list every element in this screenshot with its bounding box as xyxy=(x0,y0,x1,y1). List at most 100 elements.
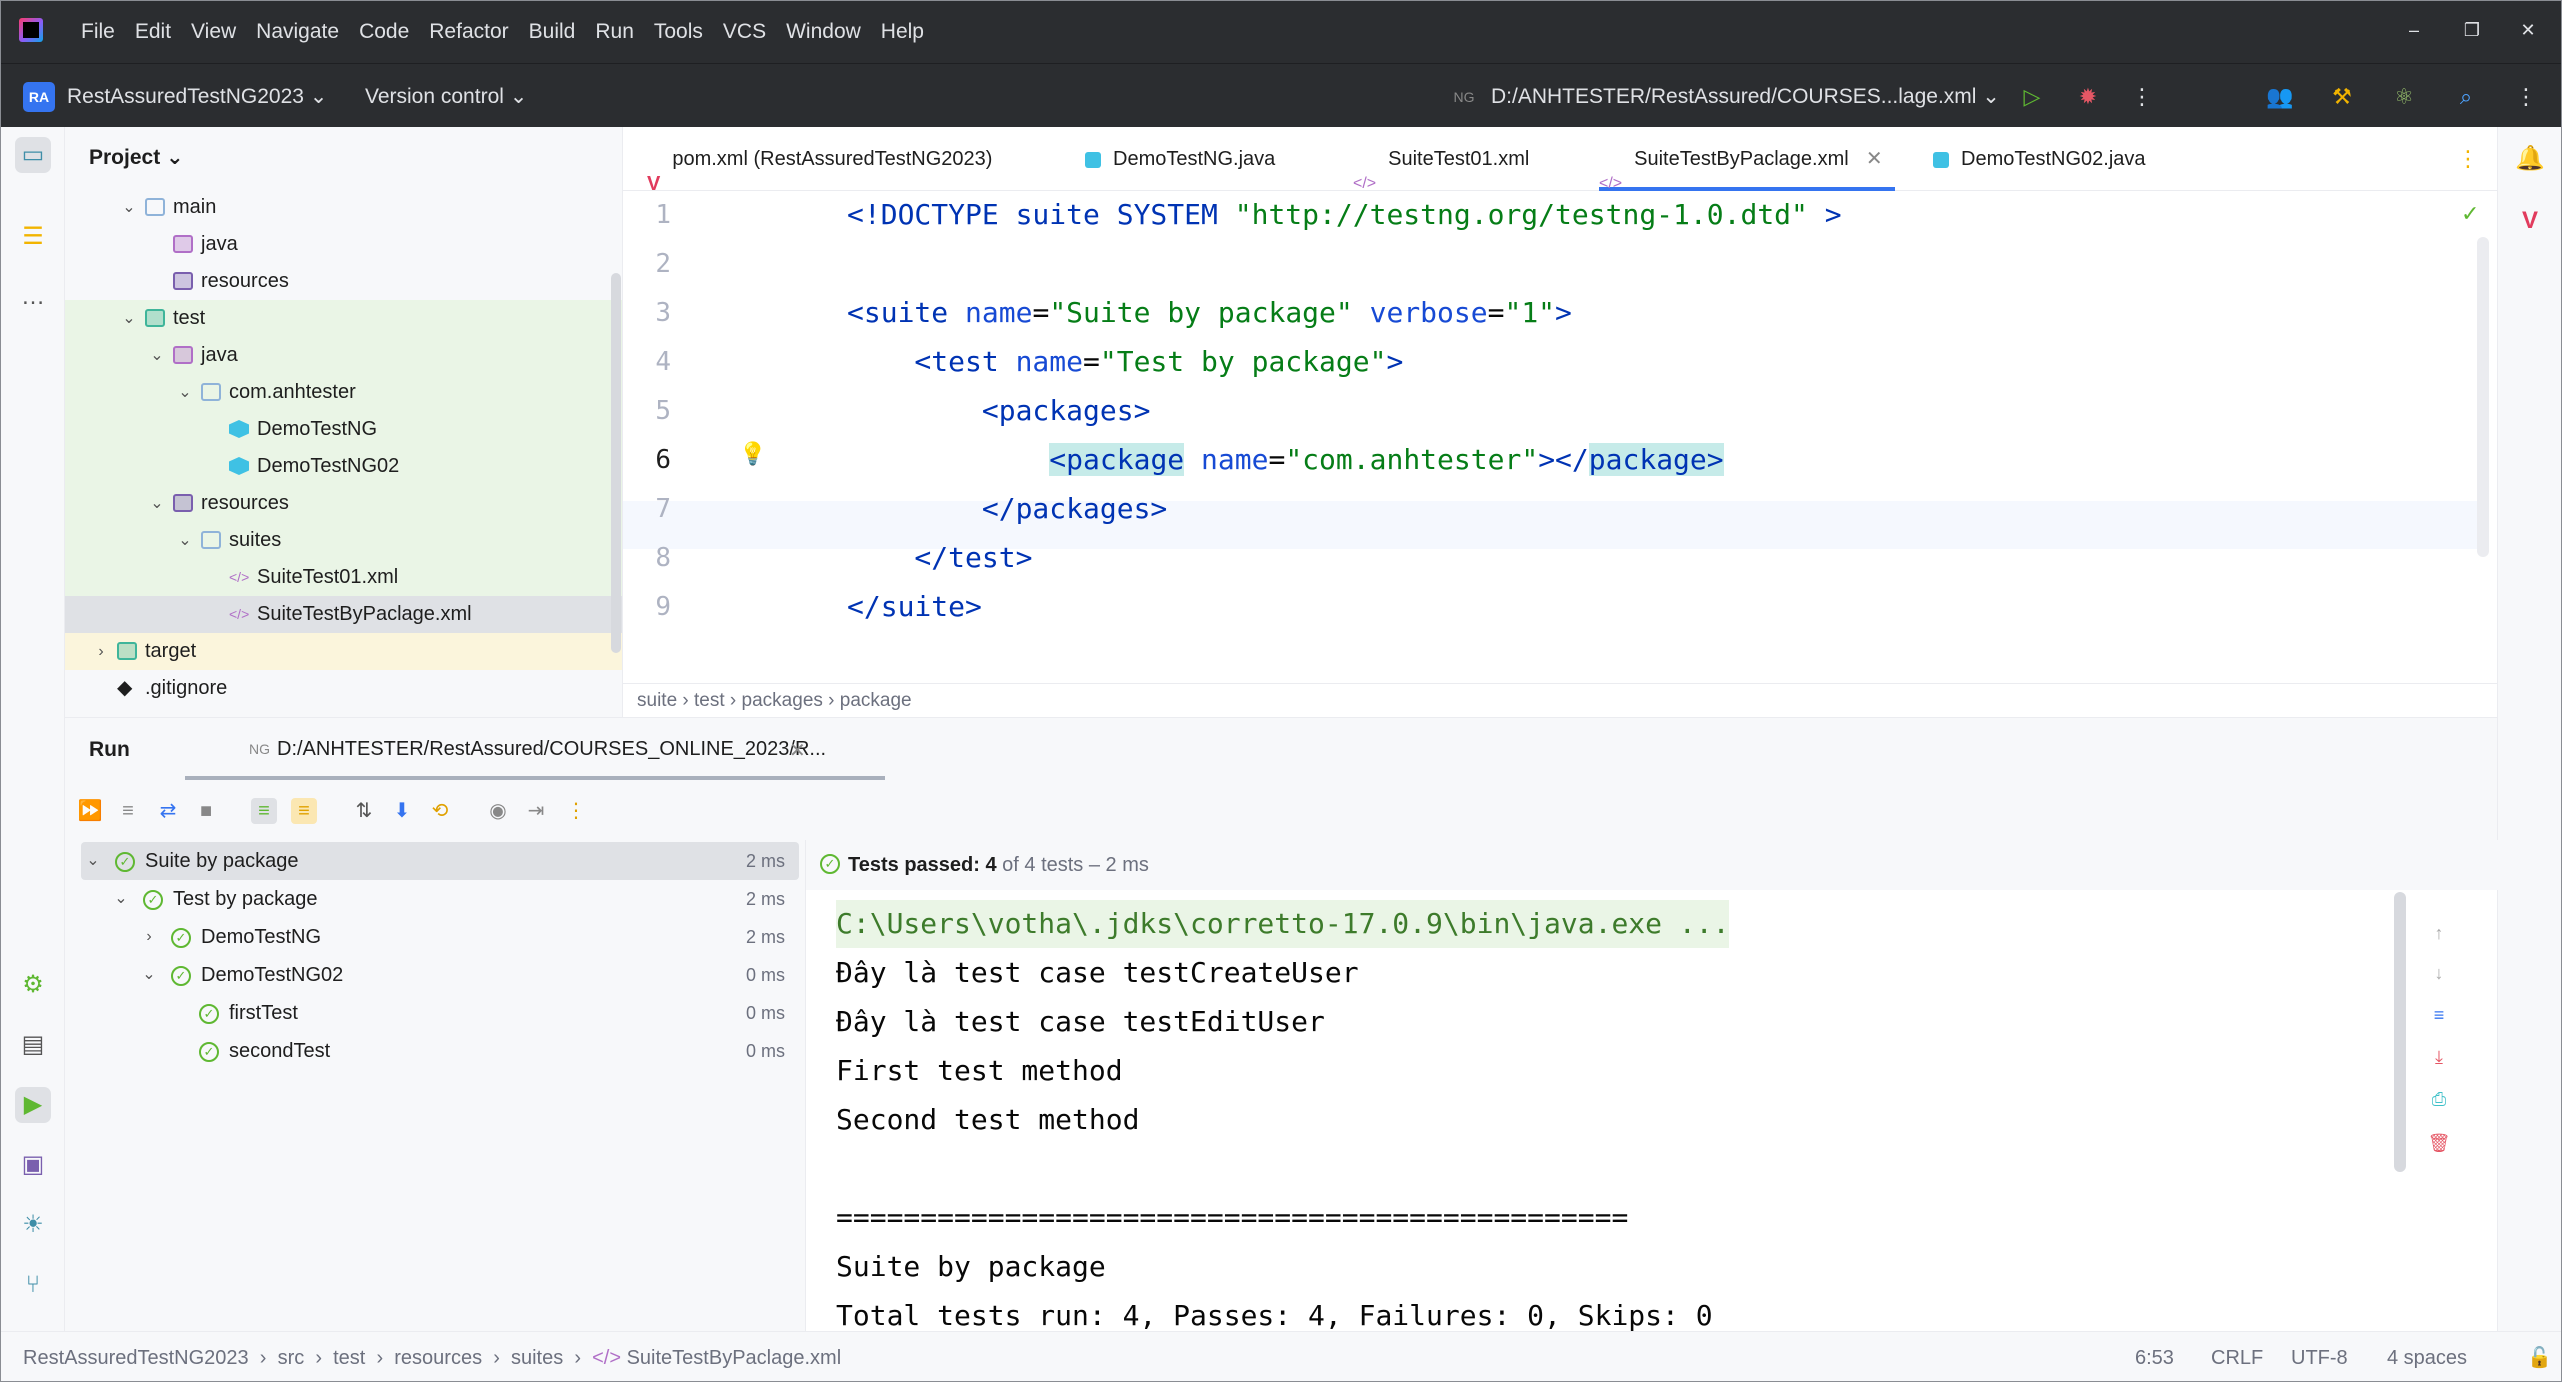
version-control-dropdown[interactable]: Version control ⌄ xyxy=(365,84,527,109)
menu-view[interactable]: View xyxy=(191,20,236,44)
more-icon[interactable]: ⋮ xyxy=(563,798,589,824)
project-tree-item[interactable]: ◆ .gitignore xyxy=(65,670,622,707)
menu-vcs[interactable]: VCS xyxy=(723,20,766,44)
structure-icon[interactable]: ☰ xyxy=(15,219,51,255)
print-icon[interactable]: ⎙ xyxy=(2426,1086,2452,1112)
tab-demotestng-java[interactable]: DemoTestNG.java xyxy=(1085,127,1275,191)
run-config-tab[interactable]: NG D:/ANHTESTER/RestAssured/COURSES_ONLI… xyxy=(185,718,885,780)
menu-file[interactable]: File xyxy=(81,20,115,44)
clear-all-icon[interactable]: 🗑 xyxy=(2426,1130,2452,1156)
chevron-down-icon[interactable]: ⌄ xyxy=(175,374,195,411)
run-panel-title[interactable]: Run xyxy=(89,738,130,762)
project-tree-item[interactable]: resources xyxy=(65,263,622,300)
stop-icon[interactable]: ■ xyxy=(193,798,219,824)
problems-icon[interactable]: ☀ xyxy=(15,1207,51,1243)
path-item[interactable]: suites xyxy=(511,1347,563,1369)
code-area[interactable]: <!DOCTYPE suite SYSTEM "http://testng.or… xyxy=(733,191,2473,691)
services-icon[interactable]: ⚙ xyxy=(15,967,51,1003)
close-window-icon[interactable]: ✕ xyxy=(2515,17,2541,43)
up-arrow-icon[interactable]: ↑ xyxy=(2426,920,2452,946)
notifications-icon[interactable]: 🔔 xyxy=(2512,141,2548,177)
breadcrumb-item[interactable]: suite xyxy=(637,690,677,711)
run-tool-icon[interactable]: ▶ xyxy=(15,1087,51,1123)
terminal-icon[interactable]: ▣ xyxy=(15,1147,51,1183)
ai-assistant-icon[interactable]: ⚛ xyxy=(2389,82,2419,112)
chevron-down-icon[interactable]: ⌄ xyxy=(111,880,131,918)
minimize-icon[interactable]: – xyxy=(2401,17,2427,43)
project-tree-item[interactable]: ⌄ resources xyxy=(65,485,622,522)
line-separator[interactable]: CRLF xyxy=(2211,1332,2263,1381)
bookmarks-icon[interactable]: ▤ xyxy=(15,1027,51,1063)
toggle-auto-test-icon[interactable]: ⇄ xyxy=(155,798,181,824)
chevron-down-icon[interactable]: ⌄ xyxy=(83,842,103,880)
build-tools-icon[interactable]: ⚒ xyxy=(2327,82,2357,112)
tab-suitetestbypaclage-xml[interactable]: </>SuiteTestByPaclage.xml ✕ xyxy=(1599,127,1895,192)
restore-icon[interactable]: ❐ xyxy=(2459,17,2485,43)
project-tree-item[interactable]: </> SuiteTest01.xml xyxy=(65,559,622,596)
test-result-item[interactable]: ✓ firstTest 0 ms xyxy=(81,994,799,1032)
caret-position[interactable]: 6:53 xyxy=(2135,1332,2174,1381)
chevron-down-icon[interactable]: ⌄ xyxy=(175,522,195,559)
tab-demotestng02-java[interactable]: DemoTestNG02.java xyxy=(1933,127,2146,191)
menu-build[interactable]: Build xyxy=(529,20,576,44)
show-ignored-icon[interactable]: ≡ xyxy=(291,798,317,824)
maven-icon[interactable]: V xyxy=(2512,203,2548,239)
project-tree-item[interactable]: DemoTestNG xyxy=(65,411,622,448)
console-scrollbar[interactable] xyxy=(2394,892,2406,1172)
close-tab-icon[interactable]: ✕ xyxy=(1866,127,1883,191)
menu-tools[interactable]: Tools xyxy=(654,20,703,44)
rerun-failed-icon[interactable]: ≡ xyxy=(115,798,141,824)
breadcrumb-item[interactable]: test xyxy=(694,690,725,711)
rerun-icon[interactable]: ⏩ xyxy=(77,798,103,824)
path-item[interactable]: SuiteTestByPaclage.xml xyxy=(627,1347,842,1369)
breadcrumb-item[interactable]: packages xyxy=(742,690,823,711)
path-item[interactable]: RestAssuredTestNG2023 xyxy=(23,1347,249,1369)
show-passed-icon[interactable]: ≡ xyxy=(251,798,277,824)
run-icon[interactable]: ▷ xyxy=(2017,82,2047,112)
chevron-down-icon[interactable]: ⌄ xyxy=(139,956,159,994)
sort-icon[interactable]: ⇅ xyxy=(351,798,377,824)
inspection-ok-icon[interactable]: ✓ xyxy=(2461,201,2479,227)
lock-icon[interactable]: 🔓 xyxy=(2527,1332,2552,1381)
menu-refactor[interactable]: Refactor xyxy=(429,20,508,44)
test-result-item[interactable]: ✓ secondTest 0 ms xyxy=(81,1032,799,1070)
debug-icon[interactable]: ✹ xyxy=(2073,82,2103,112)
test-result-item[interactable]: ⌄ ✓ Test by package 2 ms xyxy=(81,880,799,918)
chevron-down-icon[interactable]: ⌄ xyxy=(147,337,167,374)
export-icon[interactable]: ⇥ xyxy=(523,798,549,824)
run-configuration-dropdown[interactable]: D:/ANHTESTER/RestAssured/COURSES...lage.… xyxy=(1491,84,2000,109)
project-tree-item[interactable]: ⌄ test xyxy=(65,300,622,337)
project-view-icon[interactable]: ▭ xyxy=(15,137,51,173)
project-tree-item[interactable]: ⌄ main xyxy=(65,189,622,226)
search-everywhere-icon[interactable]: ⌕ xyxy=(2451,82,2481,112)
close-run-tab-icon[interactable]: ✕ xyxy=(789,738,806,763)
project-badge[interactable]: RA xyxy=(23,82,55,112)
chevron-down-icon[interactable]: ⌄ xyxy=(147,485,167,522)
soft-wrap-icon[interactable]: ≡ xyxy=(2426,1002,2452,1028)
import-tests-icon[interactable]: ⬇ xyxy=(389,798,415,824)
path-item[interactable]: test xyxy=(333,1347,365,1369)
project-tree-item[interactable]: </> SuiteTestByPaclage.xml xyxy=(65,596,622,633)
more-actions-icon[interactable]: ⋮ xyxy=(2127,82,2157,112)
editor-scrollbar[interactable] xyxy=(2477,237,2489,557)
breadcrumb-item[interactable]: package xyxy=(840,690,912,711)
down-arrow-icon[interactable]: ↓ xyxy=(2426,960,2452,986)
code-with-me-icon[interactable]: 👥 xyxy=(2265,82,2295,112)
scroll-to-end-icon[interactable]: ⤓ xyxy=(2426,1044,2452,1070)
project-tree-item[interactable]: ⌄ suites xyxy=(65,522,622,559)
project-tree-item[interactable]: ⌄ com.anhtester xyxy=(65,374,622,411)
menu-edit[interactable]: Edit xyxy=(135,20,171,44)
path-item[interactable]: src xyxy=(278,1347,305,1369)
tab-suitetest01-xml[interactable]: </>SuiteTest01.xml xyxy=(1353,127,1529,192)
project-switcher[interactable]: RestAssuredTestNG2023 ⌄ xyxy=(67,84,327,109)
chevron-right-icon[interactable]: › xyxy=(139,918,159,956)
console[interactable]: ✓ Tests passed: 4 of 4 tests – 2 ms C:\U… xyxy=(805,840,2498,1332)
chevron-down-icon[interactable]: ⌄ xyxy=(119,189,139,226)
test-result-item[interactable]: ⌄ ✓ DemoTestNG02 0 ms xyxy=(81,956,799,994)
tab-options-icon[interactable]: ⋮ xyxy=(2457,127,2479,191)
project-scrollbar[interactable] xyxy=(611,273,621,653)
intellij-logo-icon[interactable] xyxy=(19,18,43,42)
test-result-item[interactable]: ⌄ ✓ Suite by package 2 ms xyxy=(81,842,799,880)
project-tree-item[interactable]: java xyxy=(65,226,622,263)
project-panel-title[interactable]: Project ⌄ xyxy=(89,145,184,170)
